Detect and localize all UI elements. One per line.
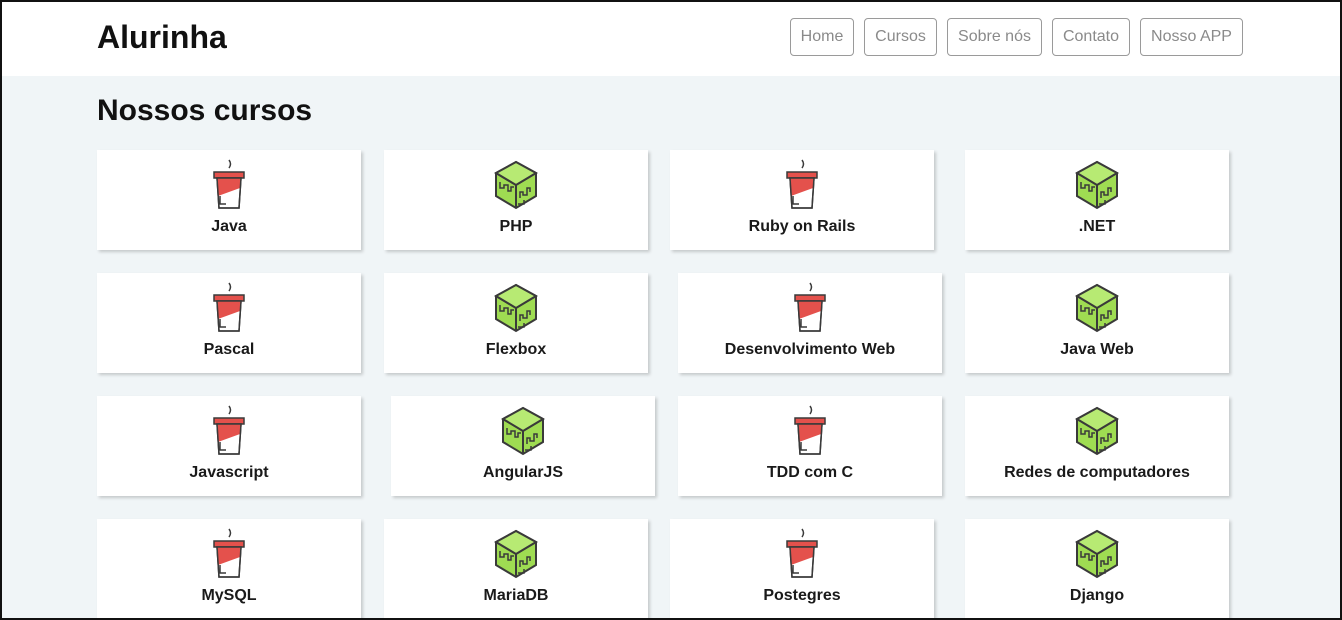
course-card[interactable]: .NET xyxy=(965,150,1229,250)
nav-sobre-nos-button[interactable]: Sobre nós xyxy=(947,18,1042,56)
green-cube-icon xyxy=(1073,404,1121,458)
course-label: Postegres xyxy=(763,587,841,604)
course-label: MariaDB xyxy=(483,587,549,604)
green-cube-icon xyxy=(492,158,540,212)
coffee-cup-icon xyxy=(786,404,834,458)
course-label: AngularJS xyxy=(482,464,563,481)
nav-nosso-app-button[interactable]: Nosso APP xyxy=(1140,18,1243,56)
coffee-cup-icon xyxy=(786,281,834,335)
green-cube-icon xyxy=(492,527,540,581)
course-card[interactable]: Desenvolvimento Web xyxy=(678,273,942,373)
course-label: TDD com C xyxy=(766,464,854,481)
nav-cursos-button[interactable]: Cursos xyxy=(864,18,937,56)
green-cube-icon xyxy=(1073,281,1121,335)
nav-home-button[interactable]: Home xyxy=(790,18,854,56)
course-card[interactable]: Postegres xyxy=(670,519,934,618)
course-label: .NET xyxy=(1078,218,1116,235)
course-card[interactable]: MariaDB xyxy=(384,519,648,618)
course-card[interactable]: Django xyxy=(965,519,1229,618)
course-label: Pascal xyxy=(203,341,255,358)
course-label: Desenvolvimento Web xyxy=(724,341,896,358)
page-title: Nossos cursos xyxy=(97,94,313,127)
course-label: Redes de computadores xyxy=(1004,464,1190,481)
green-cube-icon xyxy=(1073,158,1121,212)
coffee-cup-icon xyxy=(778,527,826,581)
course-card[interactable]: Javascript xyxy=(97,396,361,496)
course-label: Django xyxy=(1069,587,1125,604)
course-card[interactable]: AngularJS xyxy=(391,396,655,496)
main-nav: Home Cursos Sobre nós Contato Nosso APP xyxy=(2,18,1340,56)
course-label: Java Web xyxy=(1060,341,1134,358)
course-card[interactable]: TDD com C xyxy=(678,396,942,496)
browser-viewport: Alurinha Home Cursos Sobre nós Contato N… xyxy=(0,0,1342,620)
course-label: Java xyxy=(211,218,247,235)
coffee-cup-icon xyxy=(778,158,826,212)
green-cube-icon xyxy=(1073,527,1121,581)
course-card[interactable]: Redes de computadores xyxy=(965,396,1229,496)
course-card[interactable]: Java xyxy=(97,150,361,250)
course-label: Flexbox xyxy=(485,341,547,358)
course-card[interactable]: Flexbox xyxy=(384,273,648,373)
course-card[interactable]: MySQL xyxy=(97,519,361,618)
coffee-cup-icon xyxy=(205,158,253,212)
course-card[interactable]: Ruby on Rails xyxy=(670,150,934,250)
course-label: MySQL xyxy=(201,587,257,604)
course-label: Ruby on Rails xyxy=(748,218,856,235)
course-card[interactable]: Pascal xyxy=(97,273,361,373)
green-cube-icon xyxy=(492,281,540,335)
green-cube-icon xyxy=(499,404,547,458)
coffee-cup-icon xyxy=(205,281,253,335)
coffee-cup-icon xyxy=(205,404,253,458)
site-header: Alurinha Home Cursos Sobre nós Contato N… xyxy=(2,2,1340,76)
coffee-cup-icon xyxy=(205,527,253,581)
course-label: Javascript xyxy=(189,464,269,481)
course-label: PHP xyxy=(499,218,533,235)
course-card[interactable]: PHP xyxy=(384,150,648,250)
nav-contato-button[interactable]: Contato xyxy=(1052,18,1130,56)
course-card[interactable]: Java Web xyxy=(965,273,1229,373)
